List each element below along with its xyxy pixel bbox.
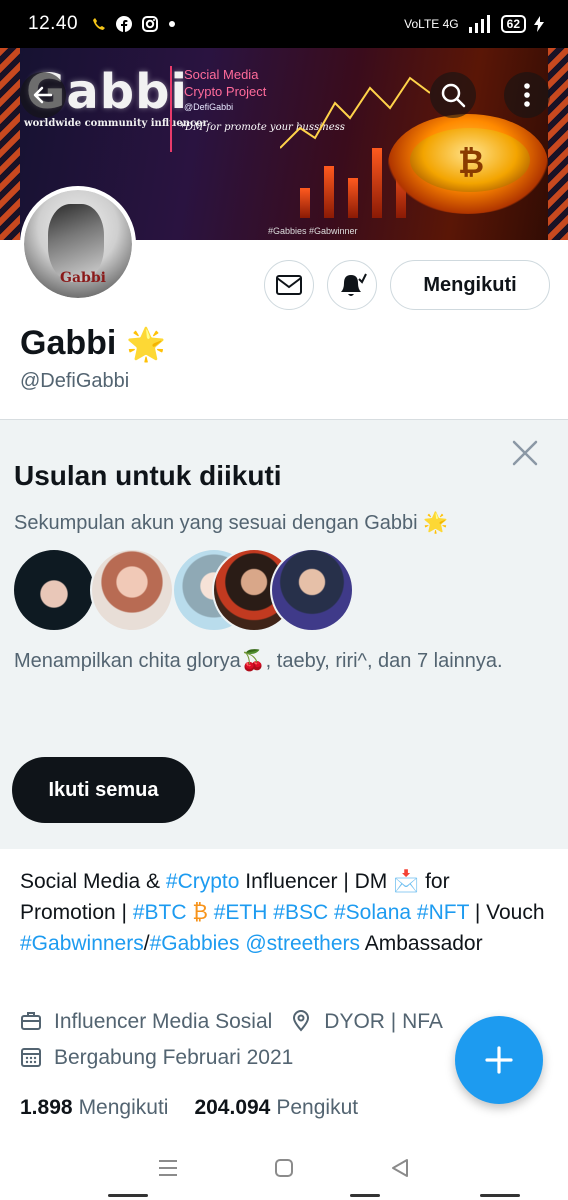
banner-handle: @DefiGabbi <box>184 102 234 112</box>
suggested-avatar[interactable] <box>270 548 354 632</box>
following-label: Mengikuti <box>78 1096 169 1119</box>
banner-stripes-right <box>548 48 568 240</box>
briefcase-icon <box>20 1010 44 1034</box>
plus-icon <box>485 1046 513 1074</box>
profile-joined-row: Bergabung Februari 2021 <box>20 1046 293 1070</box>
battery-indicator: 62 <box>500 15 526 33</box>
bio-text: Social Media & <box>20 870 166 893</box>
search-button[interactable] <box>430 72 476 118</box>
android-nav-bar <box>0 1140 568 1200</box>
profile-category: Influencer Media Sosial <box>54 1010 273 1033</box>
hashtag-link[interactable]: #NFT <box>417 901 469 924</box>
avatar-image: Gabbi <box>24 190 132 298</box>
follow-all-button[interactable]: Ikuti semua <box>12 757 195 823</box>
mention-link[interactable]: @streethers <box>245 932 360 955</box>
following-button[interactable]: Mengikuti <box>390 260 550 310</box>
compose-tweet-button[interactable] <box>455 1016 543 1104</box>
avatar-label: Gabbi <box>60 270 106 286</box>
banner-line-2: Crypto Project <box>184 84 267 99</box>
profile-avatar[interactable]: Gabbi <box>20 186 136 302</box>
status-notification-icons <box>92 16 176 32</box>
signal-icon <box>468 15 490 33</box>
nav-back-button[interactable] <box>389 1157 411 1184</box>
bitcoin-icon: ₿ <box>458 144 485 180</box>
calendar-icon <box>20 1046 44 1070</box>
hashtag-link[interactable]: #Gabwinners <box>20 932 144 955</box>
following-count: 1.898 <box>20 1096 73 1119</box>
hashtag-link[interactable]: #BSC <box>273 901 328 924</box>
hashtag-link[interactable]: #Crypto <box>166 870 240 893</box>
profile-meta-row: Influencer Media Sosial DYOR | NFA <box>20 1010 443 1034</box>
status-time: 12.40 <box>28 13 79 34</box>
banner-hashtags: #Gabbies #Gabwinner <box>268 226 358 236</box>
instagram-icon <box>142 16 159 32</box>
hashtag-link[interactable]: #Solana <box>334 901 411 924</box>
bell-icon <box>341 273 367 296</box>
scroll-peek-content <box>0 1194 568 1200</box>
followers-label: Pengikut <box>276 1096 359 1119</box>
back-button[interactable] <box>20 72 66 118</box>
nav-home-button[interactable] <box>273 1157 295 1184</box>
status-right: VoLTE 4G 62 <box>404 15 544 33</box>
suggested-names: Menampilkan chita glorya🍒, taeby, riri^,… <box>14 650 503 672</box>
profile-name-text: Gabbi <box>20 324 117 362</box>
nav-home-icon <box>275 1158 293 1177</box>
location-pin-icon <box>290 1010 314 1034</box>
call-icon <box>93 18 106 30</box>
suggested-avatar[interactable] <box>90 548 174 632</box>
following-stat[interactable]: 1.898 Mengikuti <box>20 1096 168 1120</box>
followers-stat[interactable]: 204.094 Pengikut <box>194 1096 358 1120</box>
banner-panel: Social Media Crypto Project @DefiGabbi <box>170 66 290 152</box>
more-vertical-icon <box>524 83 530 107</box>
close-icon <box>512 440 538 466</box>
message-button[interactable] <box>264 260 314 310</box>
hashtag-link[interactable]: #Gabbies <box>150 932 240 955</box>
profile-bio: Social Media & #Crypto Influencer | DM 📩… <box>20 866 550 959</box>
nav-menu-icon <box>159 1159 177 1176</box>
back-arrow-icon <box>33 86 53 104</box>
suggestions-subtitle: Sekumpulan akun yang sesuai dengan Gabbi… <box>14 512 449 534</box>
facebook-icon <box>116 16 133 32</box>
profile-handle: @DefiGabbi <box>20 370 130 392</box>
profile-stats: 1.898 Mengikuti 204.094 Pengikut <box>20 1096 358 1120</box>
more-options-button[interactable] <box>504 72 550 118</box>
profile-location: DYOR | NFA <box>324 1010 443 1033</box>
banner-stripes-left <box>0 48 20 240</box>
suggestions-title: Usulan untuk diikuti <box>14 460 282 491</box>
dismiss-suggestions-button[interactable] <box>510 438 540 468</box>
suggested-avatar[interactable] <box>12 548 96 632</box>
bio-text: | Vouch <box>469 901 545 924</box>
notifications-button[interactable] <box>327 260 377 310</box>
followers-count: 204.094 <box>194 1096 271 1119</box>
charging-icon <box>534 16 544 32</box>
follow-suggestions-card: Usulan untuk diikuti Sekumpulan akun yan… <box>0 419 568 849</box>
nav-back-icon <box>392 1158 408 1177</box>
hashtag-link[interactable]: #BTC <box>133 901 187 924</box>
profile-name: Gabbi 🌟 <box>20 324 166 363</box>
star-emoji-icon: 🌟 <box>126 325 167 362</box>
dot-icon <box>169 21 176 27</box>
banner-line-1: Social Media <box>184 67 259 82</box>
search-icon <box>441 83 466 108</box>
profile-joined-date: Bergabung Februari 2021 <box>54 1046 294 1069</box>
bio-text: Ambassador <box>360 932 483 955</box>
hashtag-link[interactable]: #ETH <box>214 901 268 924</box>
nav-recents-button[interactable] <box>157 1159 179 1182</box>
mail-icon <box>276 275 302 295</box>
bio-text: ₿ <box>186 901 214 924</box>
status-bar: 12.40 VoLTE 4G 62 <box>0 0 568 48</box>
network-label: VoLTE 4G <box>404 17 459 31</box>
